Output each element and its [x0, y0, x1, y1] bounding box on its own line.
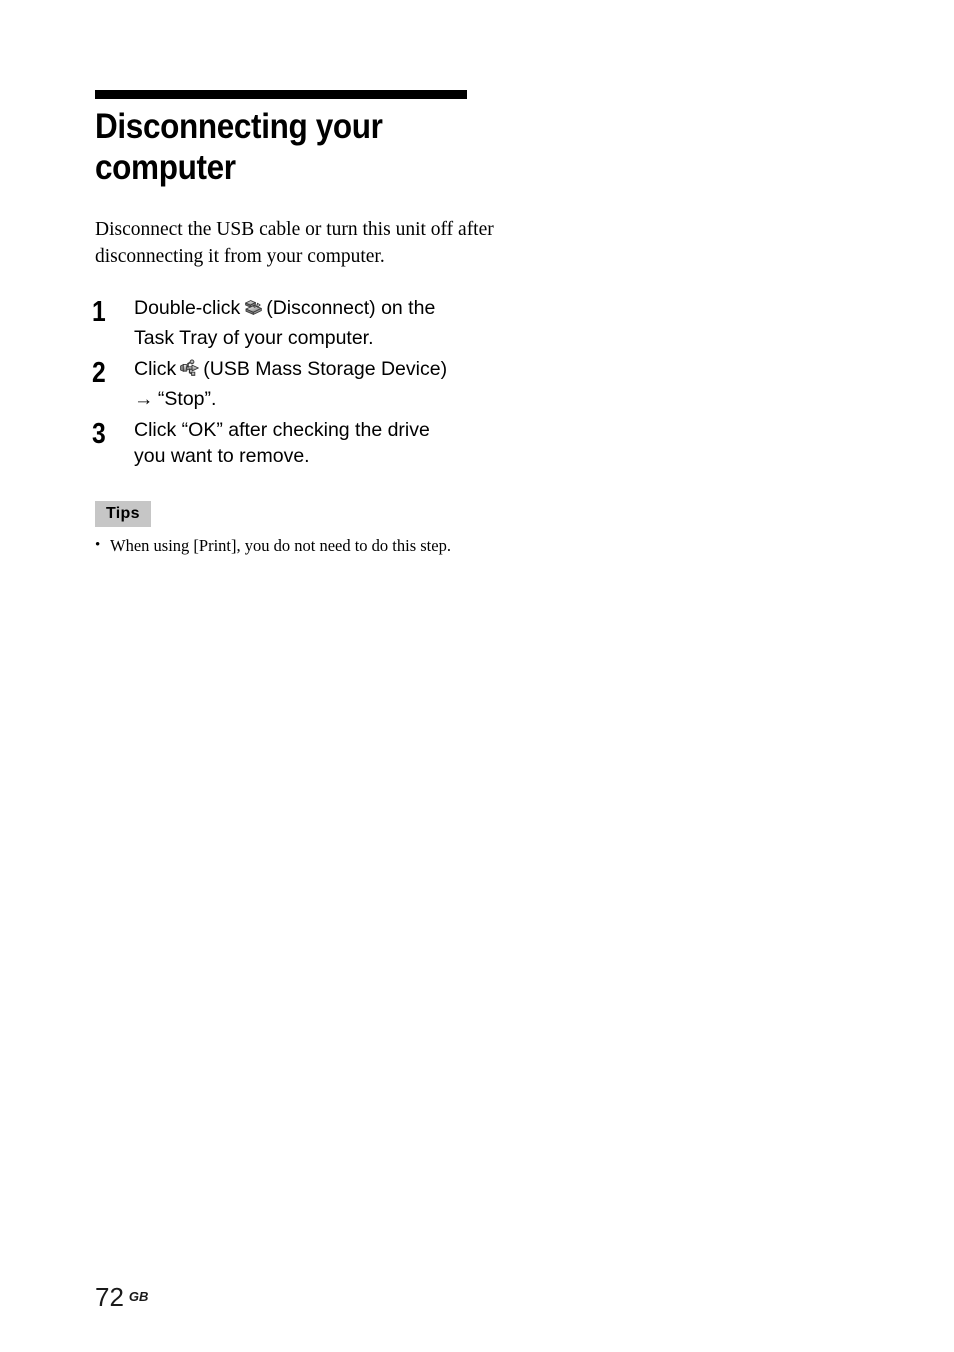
right-arrow-icon: → [134, 387, 153, 410]
step-item-1: 1 Double-click (Disconnect) on the Task … [92, 296, 492, 351]
tips-badge: Tips [95, 501, 151, 527]
page-number: 72 [95, 1282, 124, 1312]
step-number-3: 3 [92, 418, 106, 450]
step-item-3: 3 Click “OK” after checking the drive yo… [92, 418, 492, 469]
step-2-text-tail: “Stop”. [157, 387, 217, 410]
step-number-1: 1 [92, 296, 106, 328]
step-text-2: Click (USB Mass Storage Device) → “Stop”… [134, 357, 464, 412]
usb-mass-storage-icon [179, 359, 200, 387]
tips-list: • When using [Print], you do not need to … [95, 535, 495, 557]
tips-item-text: When using [Print], you do not need to d… [110, 536, 451, 555]
step-1-text-before-icon: Double-click [134, 297, 241, 319]
step-item-2: 2 Click (USB Mass Storage Device) → “Sto… [92, 357, 492, 412]
document-page: Disconnecting your computer Disconnect t… [0, 0, 954, 1352]
page-title: Disconnecting your computer [95, 107, 383, 187]
region-code: GB [128, 1289, 149, 1304]
step-text-1: Double-click (Disconnect) on the Task Tr… [134, 296, 464, 351]
intro-paragraph: Disconnect the USB cable or turn this un… [95, 219, 494, 267]
step-2-text-before-icon: Click [134, 358, 177, 380]
bullet-icon: • [95, 537, 101, 553]
tips-list-item: • When using [Print], you do not need to … [95, 535, 495, 557]
heading-rule [95, 90, 467, 99]
page-heading: Disconnecting your computer [95, 90, 467, 188]
step-text-3: Click “OK” after checking the drive you … [134, 419, 430, 467]
steps-list: 1 Double-click (Disconnect) on the Task … [92, 296, 492, 475]
step-2-text-after-icon: (USB Mass Storage Device) [203, 358, 448, 380]
page-footer: 72 GB [95, 1284, 148, 1310]
tips-section: Tips • When using [Print], you do not nee… [95, 501, 495, 557]
step-number-2: 2 [92, 357, 106, 389]
disconnect-tray-icon [243, 298, 263, 326]
